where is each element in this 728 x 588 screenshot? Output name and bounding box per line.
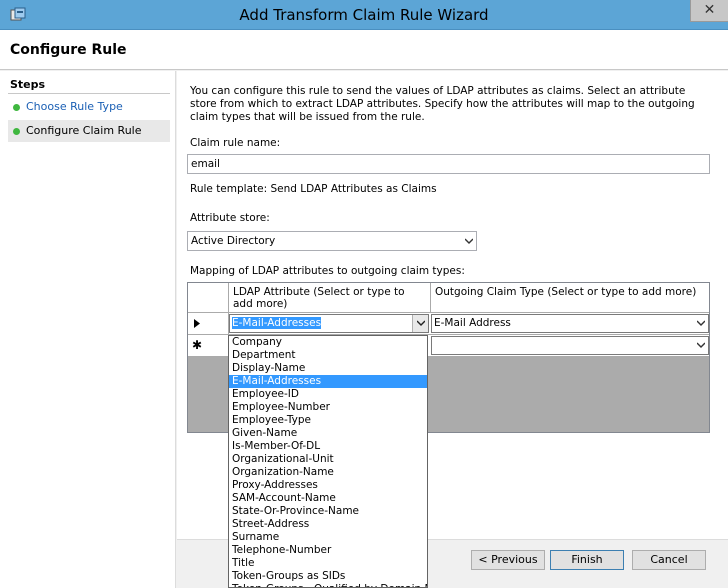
grid-header-corner: [188, 283, 229, 312]
table-row: E-Mail-Addresses E-Mail Address: [188, 313, 709, 335]
window-title: Add Transform Claim Rule Wizard: [239, 6, 489, 24]
chevron-down-icon: [465, 238, 473, 244]
steps-pane: Steps Choose Rule Type Configure Claim R…: [0, 71, 176, 588]
grid-header-row: LDAP Attribute (Select or type to add mo…: [188, 283, 709, 312]
close-icon: ✕: [703, 2, 716, 18]
claim-rule-name-label: Claim rule name:: [190, 137, 281, 149]
steps-title: Steps: [10, 78, 46, 91]
claim-rule-name-input[interactable]: email: [187, 154, 710, 174]
dropdown-option[interactable]: SAM-Account-Name: [229, 492, 427, 505]
row-header[interactable]: [188, 313, 229, 334]
outgoing-claim-type-combo[interactable]: E-Mail Address: [431, 314, 709, 333]
steps-divider: [8, 93, 170, 94]
row-header[interactable]: ✱: [188, 335, 229, 356]
chevron-down-icon: [697, 320, 705, 326]
dropdown-option[interactable]: Title: [229, 557, 427, 570]
page-title: Configure Rule: [10, 42, 127, 58]
dropdown-option[interactable]: Given-Name: [229, 427, 427, 440]
intro-text: You can configure this rule to send the …: [190, 85, 695, 123]
step-configure-claim-rule: Configure Claim Rule: [8, 120, 170, 142]
dropdown-option[interactable]: Employee-Number: [229, 401, 427, 414]
step-status-dot-icon: [13, 128, 20, 135]
column-header-outgoing-claim-type[interactable]: Outgoing Claim Type (Select or type to a…: [431, 283, 709, 312]
dropdown-option[interactable]: Surname: [229, 531, 427, 544]
current-row-arrow-icon: [194, 319, 200, 328]
step-choose-rule-type[interactable]: Choose Rule Type: [8, 96, 170, 118]
rule-template-text: Rule template: Send LDAP Attributes as C…: [190, 183, 437, 195]
step-label: Configure Claim Rule: [26, 124, 142, 137]
wizard-header: Configure Rule: [0, 30, 728, 70]
attribute-store-label: Attribute store:: [190, 212, 270, 224]
cancel-button[interactable]: Cancel: [632, 550, 706, 570]
dropdown-option[interactable]: Department: [229, 349, 427, 362]
ldap-attribute-combo[interactable]: E-Mail-Addresses: [229, 314, 429, 333]
outgoing-claim-type-value: E-Mail Address: [434, 317, 511, 329]
dropdown-option[interactable]: Organizational-Unit: [229, 453, 427, 466]
chevron-down-icon: [697, 342, 705, 348]
dropdown-option[interactable]: Telephone-Number: [229, 544, 427, 557]
dropdown-option[interactable]: Proxy-Addresses: [229, 479, 427, 492]
step-label: Choose Rule Type: [26, 100, 123, 113]
dropdown-option[interactable]: State-Or-Province-Name: [229, 505, 427, 518]
close-button[interactable]: ✕: [690, 0, 728, 22]
step-status-dot-icon: [13, 104, 20, 111]
dropdown-option[interactable]: Is-Member-Of-DL: [229, 440, 427, 453]
dropdown-option[interactable]: Token-Groups - Qualified by Domain Name: [229, 583, 427, 587]
dropdown-option[interactable]: Token-Groups as SIDs: [229, 570, 427, 583]
chevron-down-icon: [417, 320, 425, 326]
attribute-store-value: Active Directory: [191, 235, 276, 247]
dropdown-option[interactable]: Company: [229, 336, 427, 349]
outgoing-claim-type-combo-empty[interactable]: [431, 336, 709, 355]
ldap-attribute-value: E-Mail-Addresses: [232, 317, 322, 329]
dropdown-option[interactable]: Employee-ID: [229, 388, 427, 401]
dropdown-option[interactable]: Street-Address: [229, 518, 427, 531]
previous-button[interactable]: < Previous: [471, 550, 545, 570]
ldap-attribute-dropdown-list[interactable]: Company Department Display-Name E-Mail-Addr…: [228, 335, 428, 588]
title-bar: Add Transform Claim Rule Wizard ✕: [0, 0, 728, 30]
dropdown-option[interactable]: E-Mail-Addresses: [229, 375, 427, 388]
dropdown-option[interactable]: Organization-Name: [229, 466, 427, 479]
dropdown-option[interactable]: Employee-Type: [229, 414, 427, 427]
mapping-label: Mapping of LDAP attributes to outgoing c…: [190, 265, 465, 277]
column-header-ldap-attribute[interactable]: LDAP Attribute (Select or type to add mo…: [229, 283, 431, 312]
attribute-store-select[interactable]: Active Directory: [187, 231, 477, 251]
ldap-dropdown-button[interactable]: [412, 315, 428, 332]
new-row-asterisk-icon: ✱: [192, 338, 203, 352]
dropdown-option[interactable]: Display-Name: [229, 362, 427, 375]
finish-button[interactable]: Finish: [550, 550, 624, 570]
